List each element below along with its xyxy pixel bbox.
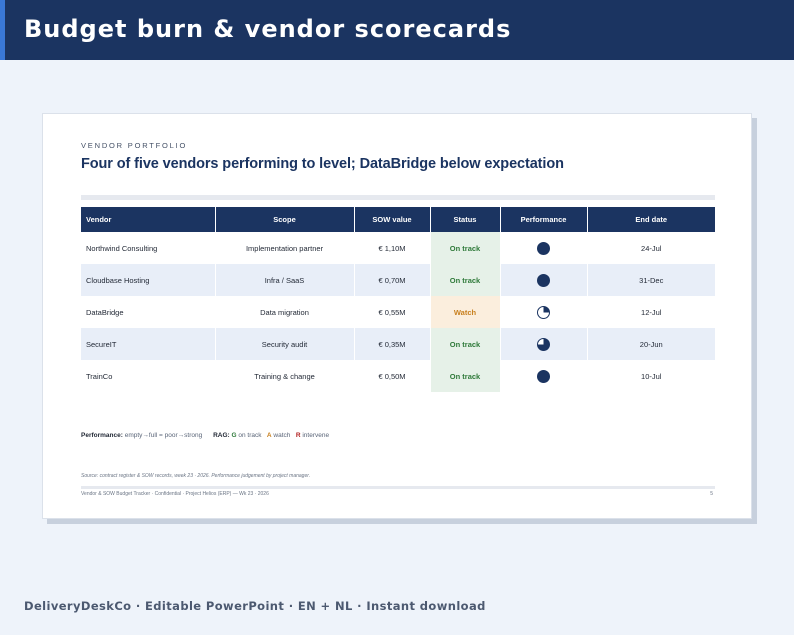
table-row: SecureIT Security audit € 0,35M On track… xyxy=(81,328,715,360)
footer-rule xyxy=(81,486,715,489)
status-badge: On track xyxy=(430,264,501,296)
slide-eyebrow: VENDOR PORTFOLIO xyxy=(81,141,188,150)
sow-value-cell: € 0,50M xyxy=(354,360,431,392)
column-header: End date xyxy=(587,207,715,232)
vendor-table: Vendor Scope SOW value Status Performanc… xyxy=(81,207,715,392)
legend-red-key: R xyxy=(295,432,301,439)
column-header: Status xyxy=(430,207,501,232)
scope-cell: Implementation partner xyxy=(215,232,355,264)
legend-rag-label: RAG: xyxy=(213,432,230,439)
column-header: SOW value xyxy=(354,207,431,232)
column-header: Scope xyxy=(215,207,355,232)
legend-red-text: intervene xyxy=(302,432,330,439)
status-badge: On track xyxy=(430,360,501,392)
tagline: DeliveryDeskCo · Editable PowerPoint · E… xyxy=(24,599,486,613)
vendor-cell: DataBridge xyxy=(81,296,216,328)
legend-performance-label: Performance: xyxy=(81,432,123,439)
table-row: DataBridge Data migration € 0,55M Watch … xyxy=(81,296,715,328)
vendor-cell: TrainCo xyxy=(81,360,216,392)
legend-amber-key: A xyxy=(266,432,272,439)
table-row: TrainCo Training & change € 0,50M On tra… xyxy=(81,360,715,392)
legend-green-key: G xyxy=(231,432,237,439)
performance-ball-icon xyxy=(537,273,550,287)
scope-cell: Data migration xyxy=(215,296,355,328)
end-date-cell: 31-Dec xyxy=(587,264,715,296)
divider xyxy=(81,195,715,200)
vendor-cell: Cloudbase Hosting xyxy=(81,264,216,296)
table-row: Northwind Consulting Implementation part… xyxy=(81,232,715,264)
scope-cell: Training & change xyxy=(215,360,355,392)
scope-cell: Security audit xyxy=(215,328,355,360)
performance-cell xyxy=(500,232,588,264)
legend-performance-text: empty→full = poor→strong xyxy=(124,432,203,439)
sow-value-cell: € 1,10M xyxy=(354,232,431,264)
performance-ball-icon xyxy=(537,369,550,383)
end-date-cell: 12-Jul xyxy=(641,307,662,317)
slide-title: Four of five vendors performing to level… xyxy=(81,156,564,172)
page-number: 5 xyxy=(710,491,713,497)
status-badge: On track xyxy=(430,232,501,264)
end-date-cell: 10-Jul xyxy=(641,371,662,381)
performance-ball-icon xyxy=(537,337,550,351)
sow-value-cell: € 0,35M xyxy=(354,328,431,360)
end-date-cell: 20-Jun xyxy=(587,328,715,360)
column-header: Performance xyxy=(500,207,588,232)
performance-cell xyxy=(500,328,588,360)
table-header-row: Vendor Scope SOW value Status Performanc… xyxy=(81,207,715,232)
sow-value-cell: € 0,70M xyxy=(354,264,431,296)
legend-green-text: on track xyxy=(238,432,262,439)
performance-cell xyxy=(500,264,588,296)
performance-cell xyxy=(500,360,588,392)
legend-amber-text: watch xyxy=(273,432,291,439)
vendor-cell: Northwind Consulting xyxy=(81,232,216,264)
legend: Performance: empty→full = poor→strong RA… xyxy=(81,432,329,439)
performance-ball-icon xyxy=(537,241,550,255)
slide-footer: Vendor & SOW Budget Tracker · Confidenti… xyxy=(81,491,269,497)
performance-cell xyxy=(500,296,588,328)
status-badge: On track xyxy=(430,328,501,360)
performance-ball-icon xyxy=(537,305,550,319)
table-row: Cloudbase Hosting Infra / SaaS € 0,70M O… xyxy=(81,264,715,296)
scope-cell: Infra / SaaS xyxy=(215,264,355,296)
vendor-cell: SecureIT xyxy=(81,328,216,360)
header-banner: Budget burn & vendor scorecards xyxy=(0,0,794,60)
sow-value-cell: € 0,55M xyxy=(354,296,431,328)
column-header: Vendor xyxy=(81,207,216,232)
end-date-cell: 24-Jul xyxy=(641,243,662,253)
status-badge: Watch xyxy=(430,296,501,328)
banner-accent xyxy=(0,0,5,60)
source-note: Source: contract register & SOW records,… xyxy=(81,473,311,479)
page-title: Budget burn & vendor scorecards xyxy=(24,15,512,43)
slide-preview: VENDOR PORTFOLIO Four of five vendors pe… xyxy=(42,113,752,519)
